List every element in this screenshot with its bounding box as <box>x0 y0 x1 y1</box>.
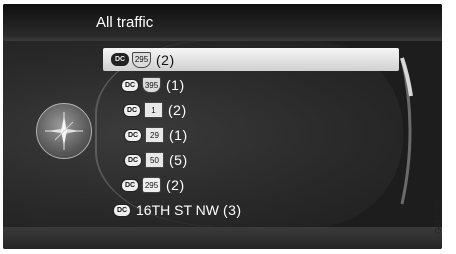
interstate-shield-icon: 395 <box>142 77 161 93</box>
image-code: G051276 <box>434 188 454 248</box>
state-route-shield-icon: 295 <box>142 177 161 193</box>
image-code-label: G051276 <box>433 201 443 234</box>
page-title: All traffic <box>96 14 154 31</box>
traffic-row[interactable]: DC 50 (5) <box>124 148 188 172</box>
incident-count: (2) <box>168 102 187 118</box>
incident-count: (2) <box>166 177 185 193</box>
traffic-row[interactable]: DC 295 (2) <box>103 48 399 71</box>
dc-badge: DC <box>113 203 131 217</box>
incident-count: (1) <box>166 77 185 93</box>
incident-count: (2) <box>156 51 175 68</box>
traffic-row[interactable]: DC 295 (2) <box>121 173 185 197</box>
incident-count: (1) <box>169 127 188 143</box>
traffic-row[interactable]: DC 395 (1) <box>121 73 185 97</box>
traffic-row[interactable]: DC 29 (1) <box>124 123 188 147</box>
bottom-bar <box>3 227 442 249</box>
dc-badge: DC <box>121 78 139 92</box>
title-bar: All traffic <box>3 4 442 41</box>
incident-count: (3) <box>222 202 242 218</box>
incident-count: (5) <box>169 152 188 168</box>
nav-screen: All traffic DC 295 (2) DC 395 (1) DC 1 (… <box>3 4 442 249</box>
dc-badge: DC <box>111 53 129 66</box>
us-route-shield-icon: 50 <box>145 152 164 168</box>
dc-badge: DC <box>124 128 142 142</box>
scroll-indicator[interactable] <box>398 56 420 206</box>
dc-badge: DC <box>123 103 141 117</box>
traffic-row[interactable]: DC 16TH ST NW (3) <box>113 198 242 222</box>
us-route-shield-icon: 29 <box>145 127 164 143</box>
road-name: 16TH ST NW <box>136 202 219 218</box>
dc-badge: DC <box>124 153 142 167</box>
us-route-shield-icon: 1 <box>144 102 163 118</box>
interstate-shield-icon: 295 <box>132 51 151 68</box>
traffic-row[interactable]: DC 1 (2) <box>123 98 187 122</box>
compass-icon[interactable] <box>36 103 92 159</box>
dc-badge: DC <box>121 178 139 192</box>
